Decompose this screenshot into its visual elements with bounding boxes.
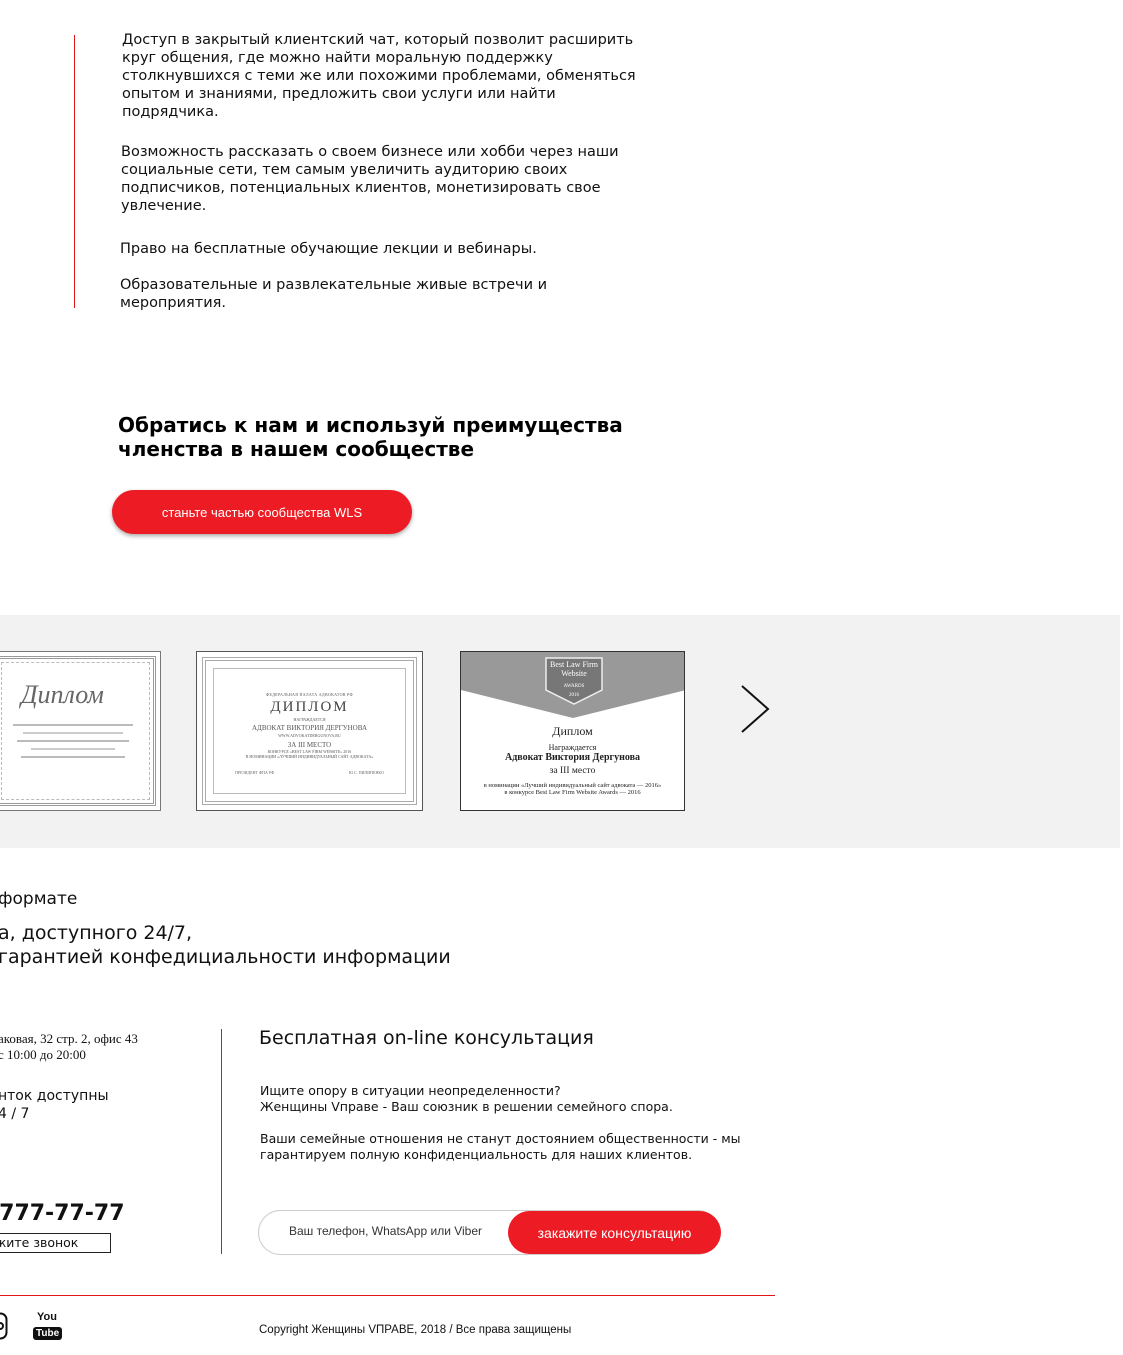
diploma-card-3-badge-line3: AWARDS (563, 684, 585, 689)
contact-calls-line1: нток доступны (0, 1088, 109, 1104)
copyright: Copyright Женщины VПРАВЕ, 2018 / Все пра… (259, 1324, 572, 1336)
diploma-card-3-contest: в конкурсе Best Law Firm Website Awards … (504, 789, 641, 796)
consultation-text-1-line1: Ищите опору в ситуации неопределенности? (260, 1083, 561, 1098)
footer-divider (0, 1295, 775, 1296)
cta-heading: Обратись к нам и используй преимущества … (118, 413, 678, 461)
contact-hours: с 10:00 до 20:00 (0, 1047, 86, 1062)
diploma-card-2-org: ФЕДЕРАЛЬНАЯ ПАЛАТА АДВОКАТОВ РФ (266, 692, 353, 697)
info-line-1: формате (0, 889, 78, 909)
diploma-card-2-signature-left: ПРЕЗИДЕНТ ФПА РФ (235, 770, 275, 775)
consultation-text-1: Ищите опору в ситуации неопределенности?… (260, 1083, 673, 1115)
order-consultation-button-label: закажите консультацию (537, 1224, 692, 1241)
diploma-card-3-name: Адвокат Виктория Дергунова (504, 752, 641, 763)
contact-calls-line2: 4 / 7 (0, 1106, 30, 1122)
cta-heading-line1: Обратись к нам и используй преимущества (118, 413, 623, 437)
contacts-divider (221, 1029, 222, 1254)
consultation-text-2-line1: Ваши семейные отношения не станут достоя… (260, 1131, 741, 1146)
diploma-card-2-nomination: В НОМИНАЦИИ «ЛУЧШИЙ ИНДИВИДУАЛЬНЫЙ САЙТ … (245, 754, 374, 759)
youtube-icon-top: You (37, 1311, 57, 1323)
benefit-social: Возможность рассказать о своем бизнесе и… (121, 144, 619, 214)
consultation-text-2: Ваши семейные отношения не станут достоя… (260, 1131, 741, 1163)
youtube-icon-bottom: Tube (33, 1327, 63, 1340)
diploma-gallery: Диплом ФЕДЕРАЛЬНАЯ ПАЛАТА АДВОКАТОВ РФ Д… (0, 615, 1120, 848)
phone-input[interactable]: Ваш телефон, WhatsApp или Viber (289, 1224, 482, 1238)
diploma-card-1[interactable]: Диплом (0, 651, 161, 811)
info-line-2: а, доступного 24/7, (0, 922, 193, 944)
benefit-chat: Доступ в закрытый клиентский чат, которы… (122, 32, 636, 120)
diploma-card-2-title: ДИПЛОМ (270, 699, 349, 715)
diploma-card-1-text (13, 718, 133, 764)
contact-address: аковая, 32 стр. 2, офис 43 (0, 1031, 138, 1046)
callback-button-label: жите звонок (0, 1235, 79, 1250)
contact-phone[interactable]: -777-77-77 (0, 1201, 125, 1226)
diploma-card-3-badge-line1: Best Law Firm (550, 660, 598, 669)
diploma-card-2[interactable]: ФЕДЕРАЛЬНАЯ ПАЛАТА АДВОКАТОВ РФ ДИПЛОМ Н… (196, 651, 423, 811)
info-line-3: гарантией конфедициальности информации (0, 946, 451, 968)
consultation-title: Бесплатная on-line консультация (259, 1027, 594, 1049)
callback-button[interactable]: жите звонок (0, 1233, 111, 1253)
consultation-text-1-line2: Женщины Vправе - Ваш союзник в решении с… (260, 1099, 673, 1114)
diploma-card-2-place: ЗА III МЕСТО (287, 741, 332, 749)
diploma-card-3[interactable]: Best Law Firm Website AWARDS 2016 Диплом… (460, 651, 685, 811)
consultation-form: Ваш телефон, WhatsApp или Viber закажите… (258, 1210, 721, 1255)
benefit-meetings: Образовательные и развлекательные живые … (120, 277, 548, 311)
diploma-card-3-awarded: Награждается (548, 743, 597, 752)
join-community-button-label: станьте частью сообщества WLS (161, 504, 363, 520)
benefits-divider (74, 35, 75, 308)
youtube-icon[interactable]: You Tube (33, 1311, 63, 1340)
diploma-card-3-nomination: в номинации «Лучший индивидуальный сайт … (483, 782, 662, 789)
diploma-card-2-body: ФЕДЕРАЛЬНАЯ ПАЛАТА АДВОКАТОВ РФ ДИПЛОМ Н… (197, 692, 422, 759)
instagram-icon[interactable] (0, 1312, 8, 1340)
diploma-card-3-badge-line2: Website (561, 669, 587, 678)
order-consultation-button[interactable]: закажите консультацию (508, 1211, 721, 1254)
diploma-card-2-awarded: НАГРАЖДАЕТСЯ (293, 717, 326, 722)
cta-heading-line2: членства в нашем сообществе (118, 437, 475, 461)
consultation-text-2-line2: гарантируем полную конфиденциальность дл… (260, 1147, 693, 1162)
join-community-button[interactable]: станьте частью сообщества WLS (112, 490, 412, 534)
diploma-card-3-badge-line4: 2016 (569, 693, 579, 698)
diploma-card-1-title: Диплом (21, 680, 104, 709)
gallery-next-arrow-icon[interactable] (738, 683, 774, 735)
diploma-card-3-body: Диплом Награждается Адвокат Виктория Дер… (461, 724, 684, 796)
diploma-card-3-badge: Best Law Firm Website AWARDS 2016 (546, 660, 602, 700)
diploma-card-2-site: WWW.ADVOKATDERGUNOVA.RU (278, 733, 341, 738)
diploma-card-3-title: Диплом (552, 724, 593, 738)
diploma-card-2-name: АДВОКАТ ВИКТОРИЯ ДЕРГУНОВА (251, 724, 368, 732)
benefit-lectures: Право на бесплатные обучающие лекции и в… (120, 241, 537, 257)
diploma-card-2-signature-right: Ю.С. ПИЛИПЕНКО (349, 770, 384, 775)
diploma-card-3-place: за III место (549, 766, 596, 776)
